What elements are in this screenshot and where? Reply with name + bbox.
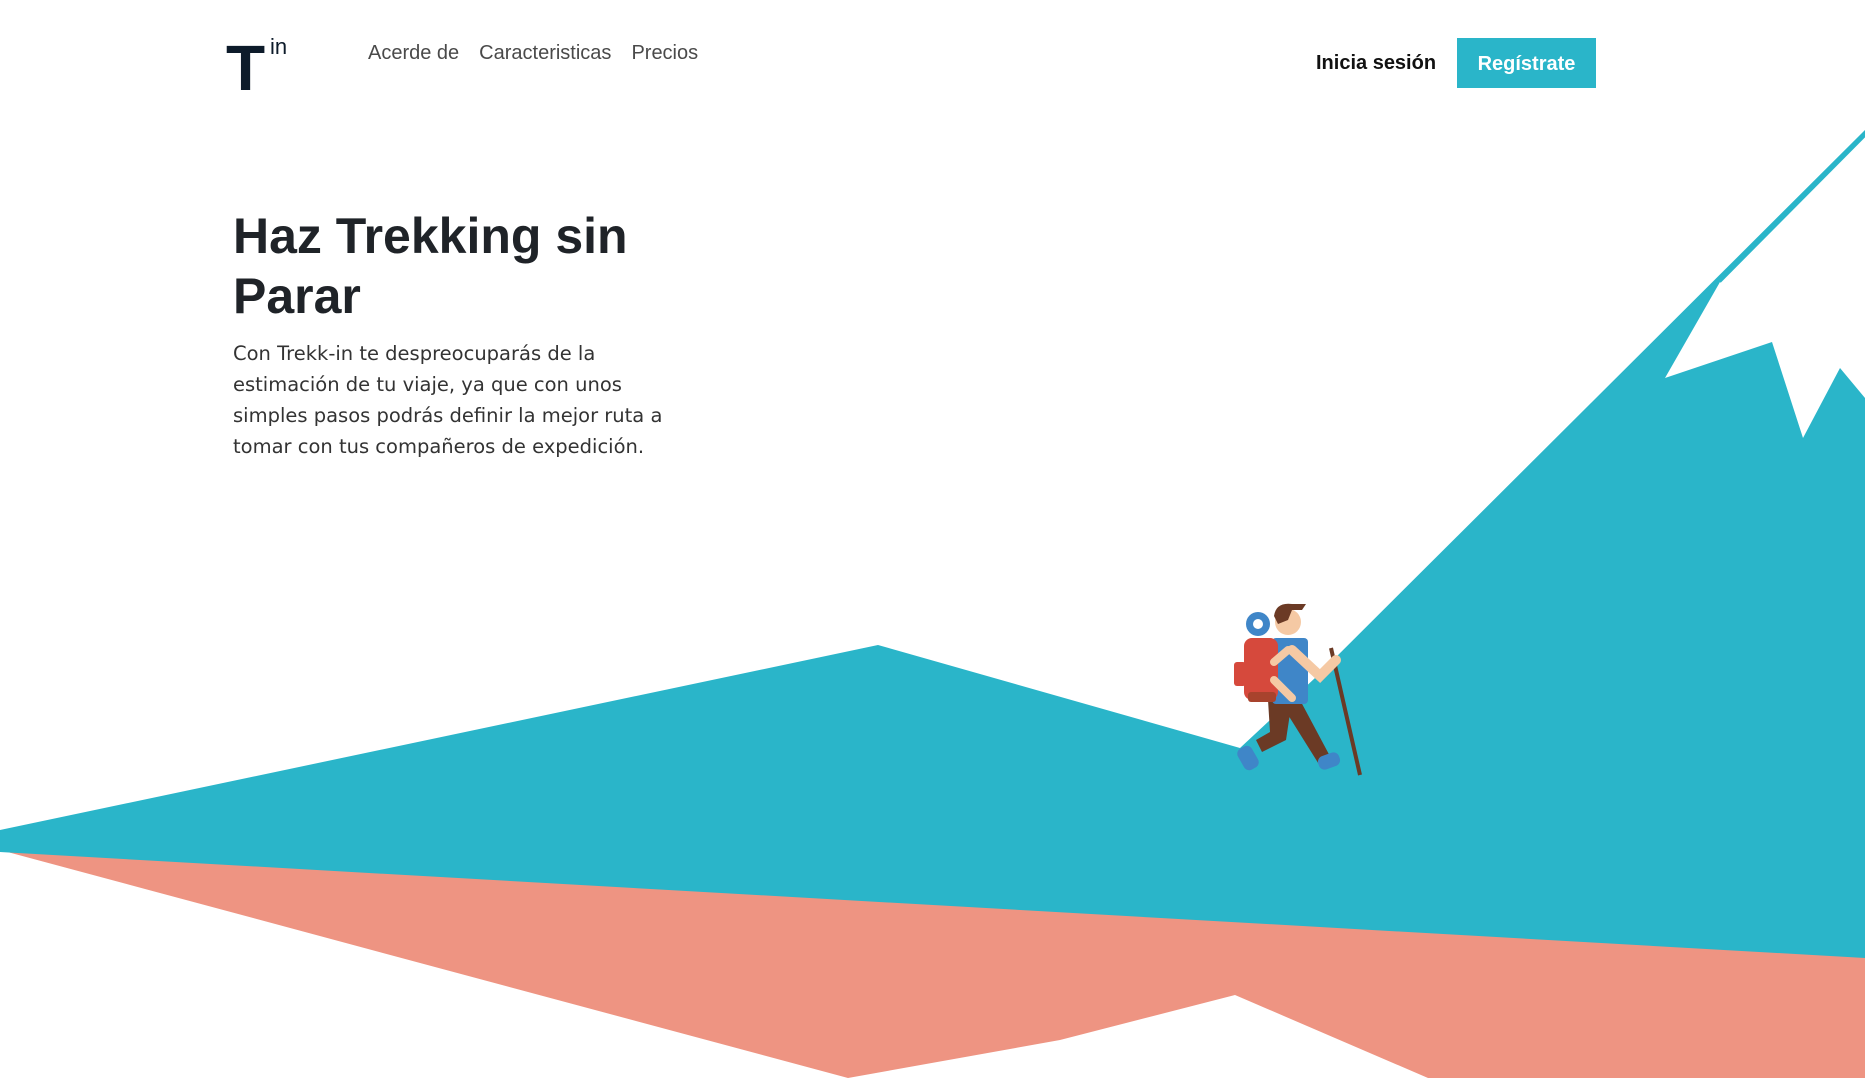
nav-item-features[interactable]: Caracteristicas <box>479 40 611 66</box>
landing-page: T in Acerde de Caracteristicas Precios I… <box>0 0 1865 1078</box>
hero-description: Con Trekk-in te despreocuparás de la est… <box>233 342 663 458</box>
nav-item-about[interactable]: Acerde de <box>368 40 459 66</box>
logo-letter: T <box>226 32 265 104</box>
logo[interactable]: T in <box>226 34 296 101</box>
hero-title: Haz Trekking sin Parar <box>233 208 628 324</box>
nav-item-pricing[interactable]: Precios <box>631 40 698 66</box>
mountain-illustration <box>0 130 1865 1078</box>
main-nav: Acerde de Caracteristicas Precios <box>368 40 698 66</box>
logo-suffix: in <box>270 34 288 59</box>
signup-button[interactable]: Regístrate <box>1457 38 1596 88</box>
login-link[interactable]: Inicia sesión <box>1316 50 1436 76</box>
